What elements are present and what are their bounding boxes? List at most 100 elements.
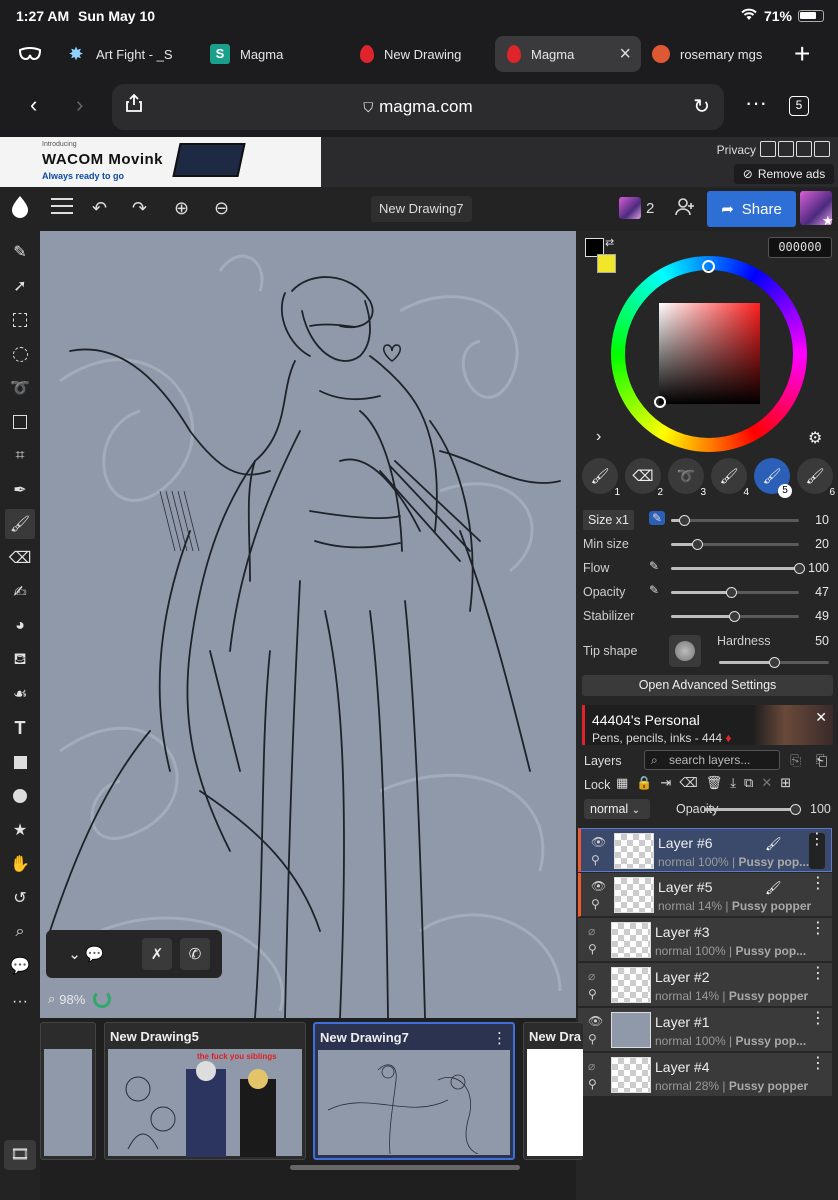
flow-slider[interactable] bbox=[671, 563, 805, 574]
secondary-color-swatch[interactable] bbox=[597, 254, 616, 273]
hex-color-input[interactable]: 000000 bbox=[768, 237, 832, 258]
lasso-icon[interactable]: ➰ bbox=[5, 373, 35, 403]
brush-preset-6[interactable]: 🖌 6 bbox=[797, 458, 835, 498]
tab-art-fight[interactable]: ✸ Art Fight - _S bbox=[54, 36, 194, 72]
layout-icon[interactable] bbox=[814, 141, 830, 157]
layer-lock-icon[interactable]: ⚲ bbox=[588, 942, 597, 956]
layer-more-icon[interactable]: ⋮ bbox=[809, 832, 825, 869]
brush-preset-2[interactable]: ⌫ 2 bbox=[625, 458, 663, 498]
lock-icon[interactable]: 🔒 bbox=[636, 775, 652, 791]
chat-expand-button[interactable]: ⌄ 💬 bbox=[64, 938, 108, 970]
address-bar[interactable]: ⛉ magma.com ↻ bbox=[112, 84, 724, 130]
pressure-pen-icon[interactable]: ✎ bbox=[649, 559, 659, 573]
strip-scrollbar[interactable] bbox=[290, 1165, 520, 1170]
remove-ads-button[interactable]: ⊘ Remove ads bbox=[734, 164, 834, 184]
transform-icon[interactable] bbox=[5, 407, 35, 437]
brush-preset-3[interactable]: ➰ 3 bbox=[668, 458, 706, 498]
eraser-icon[interactable]: ⌫ bbox=[679, 775, 697, 791]
pressure-pen-icon[interactable]: ✎ bbox=[649, 511, 666, 525]
ellipse-select-icon[interactable] bbox=[5, 339, 35, 369]
back-icon[interactable]: ‹ bbox=[30, 92, 37, 118]
undo-icon[interactable]: ↶ bbox=[92, 198, 107, 219]
chevron-right-icon[interactable]: › bbox=[596, 428, 601, 446]
pressure-pen-icon[interactable]: ✎ bbox=[649, 583, 659, 597]
layer-more-icon[interactable]: ⋮ bbox=[810, 1056, 826, 1093]
eye-icon[interactable]: 👁 bbox=[591, 835, 606, 849]
ad-banner[interactable]: Introducing WACOM Movink Always ready to… bbox=[0, 137, 321, 187]
layer-row[interactable]: 👁 ⚲ Layer #5 normal 14% | Pussy popper 🖌… bbox=[578, 873, 832, 917]
eraser-icon[interactable]: ⌫ bbox=[5, 543, 35, 573]
privacy-link[interactable]: Privacy bbox=[717, 143, 756, 157]
document-title[interactable]: New Drawing7 bbox=[371, 196, 472, 222]
forward-icon[interactable]: › bbox=[76, 92, 83, 118]
gear-icon[interactable]: ⚙ bbox=[808, 428, 822, 448]
rotate-icon[interactable]: ↺ bbox=[5, 883, 35, 913]
brush-preset-4[interactable]: 🖌 4 bbox=[711, 458, 749, 498]
mute-icon[interactable]: ✗ bbox=[142, 938, 172, 970]
rectangle-icon[interactable] bbox=[5, 747, 35, 777]
layer-more-icon[interactable]: ⋮ bbox=[810, 1011, 826, 1048]
opacity-slider[interactable] bbox=[671, 587, 799, 598]
layer-lock-icon[interactable]: ⚲ bbox=[588, 1032, 597, 1046]
drawing-thumbnail[interactable]: New Dra bbox=[523, 1022, 583, 1160]
swap-colors-icon[interactable]: ⇄ bbox=[605, 236, 614, 249]
stabilizer-slider[interactable] bbox=[671, 611, 799, 622]
drawing-thumbnail-active[interactable]: New Drawing7 ⋮ bbox=[313, 1022, 515, 1160]
merge-down-icon[interactable]: ⤓ bbox=[730, 775, 736, 791]
brush-preset-1[interactable]: 🖌 1 bbox=[582, 458, 620, 498]
advanced-settings-button[interactable]: Open Advanced Settings bbox=[582, 675, 833, 696]
layer-lock-icon[interactable]: ⚲ bbox=[591, 897, 600, 911]
color-picker-knob[interactable] bbox=[654, 396, 666, 408]
brush-pack-banner[interactable]: 44404's Personal Pens, pencils, inks - 4… bbox=[582, 705, 833, 745]
search-icon[interactable]: ⌕ bbox=[5, 917, 35, 947]
close-tab-icon[interactable]: × bbox=[619, 43, 631, 66]
drawing-canvas[interactable] bbox=[40, 231, 576, 1018]
smudge-icon[interactable]: ✍ bbox=[5, 577, 35, 607]
tab-magma-1[interactable]: S Magma bbox=[198, 36, 338, 72]
zoom-in-icon[interactable]: ⊕ bbox=[174, 198, 189, 219]
drawing-thumbnail[interactable]: New Drawing5 the fuck you siblings bbox=[104, 1022, 306, 1160]
layer-more-icon[interactable]: ⋮ bbox=[810, 876, 826, 913]
pencil-tool-icon[interactable]: ✎ bbox=[5, 237, 35, 267]
text-tool-icon[interactable]: T bbox=[5, 713, 35, 743]
layer-lock-icon[interactable]: ⚲ bbox=[591, 853, 600, 867]
import-icon[interactable]: ⎘ bbox=[790, 752, 801, 769]
drawing-thumbnail[interactable] bbox=[40, 1022, 96, 1160]
menu-icon[interactable] bbox=[50, 196, 74, 221]
clear-icon[interactable]: ✕ bbox=[761, 775, 772, 791]
layer-row[interactable]: 👁 ⚲ Layer #6 normal 100% | Pussy pop... … bbox=[578, 828, 832, 872]
move-lock-icon[interactable]: ⇥ bbox=[660, 775, 671, 791]
saturation-value-square[interactable] bbox=[659, 303, 760, 404]
blend-mode-select[interactable]: normal ⌄ bbox=[584, 799, 650, 819]
circle-icon[interactable] bbox=[5, 781, 35, 811]
duplicate-icon[interactable]: ⧉ bbox=[744, 775, 753, 791]
layer-opacity-slider[interactable] bbox=[704, 804, 801, 815]
hue-knob[interactable] bbox=[702, 260, 715, 273]
crop-icon[interactable]: ⌗ bbox=[5, 441, 35, 471]
hand-icon[interactable]: ✋ bbox=[5, 849, 35, 879]
slider-knob[interactable] bbox=[790, 804, 801, 815]
redo-icon[interactable]: ↷ bbox=[132, 198, 147, 219]
reload-icon[interactable]: ↻ bbox=[693, 94, 710, 119]
eyedropper-icon[interactable]: ✒ bbox=[5, 475, 35, 505]
shape-tool-icon[interactable]: ☙ bbox=[5, 679, 35, 709]
more-dots-icon[interactable]: ··· bbox=[745, 90, 767, 116]
layout-icon[interactable] bbox=[760, 141, 776, 157]
drawing-more-icon[interactable]: ⋮ bbox=[492, 1029, 507, 1047]
brush-tool-icon[interactable]: 🖌 bbox=[5, 509, 35, 539]
layer-row[interactable]: 👁 ⚲ Layer #1 normal 100% | Pussy pop... … bbox=[578, 1008, 832, 1052]
eye-hidden-icon[interactable]: ⌀ bbox=[588, 969, 595, 983]
hardness-slider[interactable] bbox=[719, 657, 829, 668]
eye-icon[interactable]: 👁 bbox=[588, 1014, 603, 1028]
tab-rosemary[interactable]: rosemary mgs bbox=[640, 36, 790, 72]
chat-icon[interactable]: 💬 bbox=[5, 951, 35, 981]
min-size-slider[interactable] bbox=[671, 539, 799, 550]
size-slider[interactable] bbox=[671, 515, 799, 526]
layer-row[interactable]: ⌀ ⚲ Layer #2 normal 14% | Pussy popper ⋮ bbox=[578, 963, 832, 1007]
layer-lock-icon[interactable]: ⚲ bbox=[588, 987, 597, 1001]
tab-magma-active[interactable]: Magma × bbox=[495, 36, 641, 72]
move-tool-icon[interactable]: ➚ bbox=[5, 271, 35, 301]
more-tools-icon[interactable]: ··· bbox=[5, 987, 35, 1017]
star-shape-icon[interactable]: ★ bbox=[5, 815, 35, 845]
blur-icon[interactable]: ◕ bbox=[5, 611, 35, 641]
